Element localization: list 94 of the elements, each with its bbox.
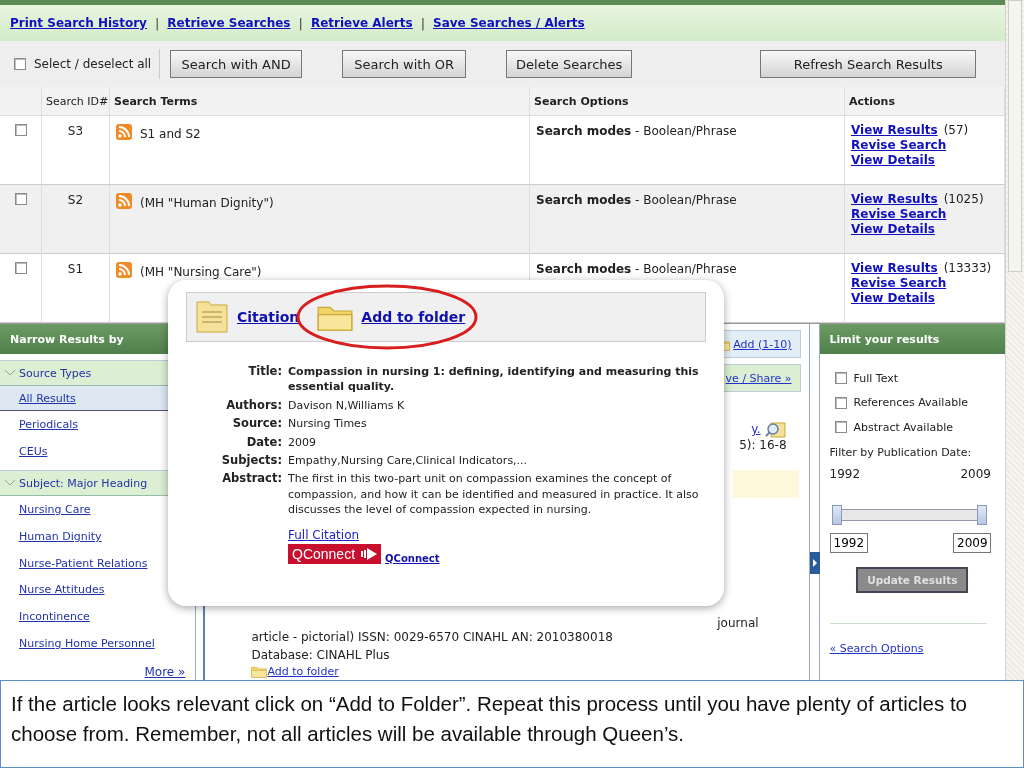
type-text: journal [717,616,759,630]
preview-icon[interactable] [764,420,787,438]
search-options: Search modes - Boolean/Phrase [536,124,737,138]
view-details-link[interactable]: View Details [851,222,935,236]
column-header: Search Options [530,87,845,116]
search-terms: (MH "Nursing Care") [140,265,262,279]
result-count: (13333) [943,261,992,275]
search-id: S2 [67,193,84,207]
rss-icon[interactable] [116,124,132,140]
title-link[interactable]: y. [751,422,761,436]
field-label: Source: [231,416,282,432]
from-year-field[interactable]: 1992 [829,532,868,553]
toolbar-button[interactable]: Search with OR [342,50,467,78]
field-label: Subjects: [220,452,282,469]
result-count: (1025) [943,192,984,206]
limit-checkbox[interactable] [834,421,847,434]
facet-item[interactable]: Nursing Home Personnel [0,629,196,657]
field-value: 2009 [288,434,317,450]
view-details-link[interactable]: View Details [851,291,935,305]
slide-caption: If the article looks relevant click on “Add to Folder”. Repeat this process until you have plenty of articles to choose from. Remember, not all articles will be available through Queen’s. [0,680,1024,768]
revise-search-link[interactable]: Revise Search [851,138,947,152]
row-checkbox[interactable] [14,262,27,274]
search-options: Search modes - Boolean/Phrase [536,262,737,276]
qconnect-logo[interactable]: QConnect [288,543,382,564]
citation-icon[interactable] [195,300,229,334]
link-separator: | [154,15,160,31]
rss-icon[interactable] [116,193,132,209]
column-header: Search Terms [110,87,530,116]
folder-icon [251,665,268,678]
slider-handle[interactable] [977,504,987,525]
view-results-link[interactable]: View Results [851,123,938,137]
add-to-folder-link[interactable]: Add to folder [267,665,339,678]
search-terms: (MH "Human Dignity") [140,196,274,210]
limit-option-label: Abstract Available [853,420,954,434]
select-all-label: Select / deselect all [34,57,152,71]
search-id: S3 [67,124,84,138]
search-options: Search modes - Boolean/Phrase [536,193,737,207]
column-header: Actions [845,87,1005,116]
select-all-checkbox[interactable] [14,58,26,70]
range-start: 1992 [829,466,861,481]
refresh-button[interactable]: Refresh Search Results [760,50,977,78]
notice-box [732,470,799,498]
search-id: S1 [67,262,84,276]
toolbar-button[interactable]: Delete Searches [506,50,633,78]
field-value: The first in this two-part unit on compassion examines the concept of compassion, and how it can be identified and measured in practice. It also discusses the level of compassion expected in nursing. [288,471,700,518]
result-count: (57) [943,123,969,137]
limit-option-label: References Available [853,396,968,410]
link-separator: | [298,15,303,31]
row-checkbox[interactable] [14,193,27,205]
field-label: Authors: [225,397,282,414]
revise-search-link[interactable]: Revise Search [851,276,947,290]
collapse-icon[interactable] [809,552,820,574]
field-label: Title: [247,364,282,380]
limit-checkbox[interactable] [834,372,847,385]
share-link[interactable]: ve / Share » [725,371,792,385]
link-separator: | [420,15,426,31]
top-link[interactable]: Retrieve Alerts [310,16,413,30]
field-label: Abstract: [221,471,282,488]
field-value: Empathy,Nursing Care,Clinical Indicators,... [288,452,529,469]
source-text: 5): 16-8 [739,438,787,452]
to-year-field[interactable]: 2009 [953,532,991,553]
limit-results-header: Limit your results [819,324,1005,354]
limit-checkbox[interactable] [834,396,847,409]
row-checkbox[interactable] [14,124,27,136]
view-results-link[interactable]: View Results [851,192,938,206]
view-details-link[interactable]: View Details [851,153,935,167]
add-link[interactable]: Add (1-10) [733,337,792,351]
add-to-folder-link[interactable]: Add to folder [361,309,466,325]
date-filter-label: Filter by Publication Date: [828,445,973,459]
field-value: Compassion in nursing 1: defining, identifying and measuring this essential quality. [288,364,700,395]
top-link[interactable]: Retrieve Searches [167,16,291,30]
facet-item[interactable]: Incontinence [0,603,196,630]
field-value: Nursing Times [288,416,368,432]
chevron-down-icon [4,368,16,378]
slider-handle[interactable] [831,504,842,525]
database-text: Database: CINAHL Plus [250,648,391,662]
limit-option-label: Full Text [853,371,899,385]
qconnect-link[interactable]: QConnect [385,552,440,564]
rss-icon[interactable] [116,262,132,278]
full-citation-link[interactable]: Full Citation [288,527,360,542]
scrollbar[interactable] [1005,0,1024,680]
column-header: Search ID# [42,87,110,116]
view-results-link[interactable]: View Results [851,261,938,275]
field-label: Date: [245,434,282,450]
search-options-link[interactable]: « Search Options [829,622,987,655]
top-link[interactable]: Save Searches / Alerts [433,16,585,30]
toolbar-button[interactable]: Search with AND [170,50,303,78]
revise-search-link[interactable]: Revise Search [851,207,947,221]
record-details: article - pictorial) ISSN: 0029-6570 CINAHL AN: 2010380018 [250,630,614,644]
more-link[interactable]: More » [144,664,186,679]
range-end: 2009 [960,466,991,481]
top-link[interactable]: Print Search History [10,16,147,30]
field-value: Davison N,Williams K [288,397,406,414]
search-terms: S1 and S2 [140,127,201,141]
